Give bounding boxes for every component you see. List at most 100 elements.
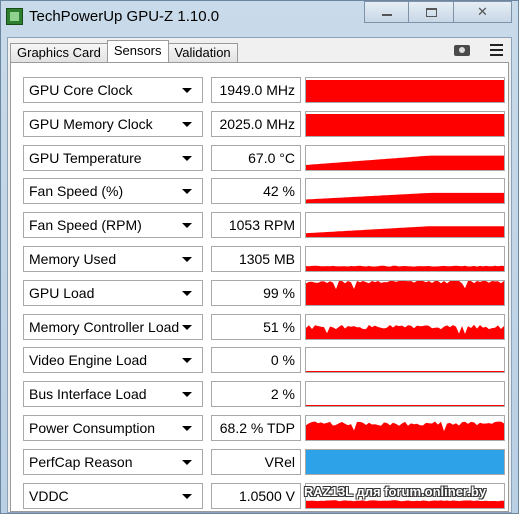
tab-sensors[interactable]: Sensors xyxy=(106,40,169,62)
dropdown-arrow-icon xyxy=(182,392,192,398)
sensor-dropdown[interactable]: Power Consumption xyxy=(23,415,203,441)
sensor-dropdown[interactable]: GPU Load xyxy=(23,279,203,306)
dropdown-arrow-icon xyxy=(182,459,192,465)
graph-fill xyxy=(306,371,504,373)
graph-fill xyxy=(306,226,504,238)
sensor-value: 68.2 % TDP xyxy=(219,420,295,436)
sensor-graph[interactable] xyxy=(305,178,505,205)
sensor-value-field: 1305 MB xyxy=(211,246,301,272)
sensor-label: GPU Temperature xyxy=(29,149,142,166)
sensor-label: Fan Speed (%) xyxy=(29,183,124,200)
hamburger-menu-icon[interactable] xyxy=(490,44,503,56)
sensor-value: 1053 RPM xyxy=(228,217,295,234)
sensor-dropdown[interactable]: Fan Speed (RPM) xyxy=(23,212,203,239)
sensor-row-gpu-load: GPU Load 99 % xyxy=(23,279,505,306)
window-title: TechPowerUp GPU-Z 1.10.0 xyxy=(29,8,220,25)
window-controls: ✕ xyxy=(364,1,512,23)
sensor-value-field: 1949.0 MHz xyxy=(211,77,301,103)
sensor-value-field: 42 % xyxy=(211,178,301,205)
sensor-value-field: 0 % xyxy=(211,347,301,374)
sensor-graph[interactable] xyxy=(305,415,505,441)
tab-validation[interactable]: Validation xyxy=(167,43,238,62)
sensor-graph[interactable] xyxy=(305,110,505,137)
sensor-graph[interactable] xyxy=(305,313,505,340)
gpuz-window: TechPowerUp GPU-Z 1.10.0 ✕ Graphics Card… xyxy=(0,0,519,514)
graph-fill xyxy=(306,324,504,339)
camera-icon[interactable] xyxy=(454,45,470,56)
graph-fill xyxy=(306,265,504,271)
sensor-dropdown[interactable]: GPU Core Clock xyxy=(23,77,203,103)
dropdown-arrow-icon xyxy=(182,358,192,364)
close-icon: ✕ xyxy=(477,4,488,19)
client-area: Graphics Card Sensors Validation GPU Cor… xyxy=(7,37,512,513)
sensor-value: 99 % xyxy=(263,284,295,301)
dropdown-arrow-icon xyxy=(182,290,192,296)
sensor-row-gpu-core-clock: GPU Core Clock 1949.0 MHz xyxy=(23,77,505,103)
sensor-row-gpu-memory-clock: GPU Memory Clock 2025.0 MHz xyxy=(23,110,505,137)
sensor-dropdown[interactable]: Bus Interface Load xyxy=(23,381,203,408)
sensor-dropdown[interactable]: Fan Speed (%) xyxy=(23,178,203,205)
tab-graphics-card[interactable]: Graphics Card xyxy=(10,43,108,62)
sensor-label: Bus Interface Load xyxy=(29,386,147,403)
sensor-label: GPU Memory Clock xyxy=(29,115,153,132)
sensor-label: Fan Speed (RPM) xyxy=(29,217,142,234)
sensor-label: GPU Load xyxy=(29,284,95,301)
sensor-graph[interactable] xyxy=(305,77,505,103)
sensor-value: 42 % xyxy=(263,183,295,200)
sensor-graph[interactable] xyxy=(305,246,505,272)
sensor-graph[interactable] xyxy=(305,144,505,171)
sensor-label: Video Engine Load xyxy=(29,352,148,369)
sensor-value: 1.0500 V xyxy=(238,487,295,504)
sensor-label: GPU Core Clock xyxy=(29,82,133,98)
dropdown-arrow-icon xyxy=(182,189,192,195)
sensor-dropdown[interactable]: Memory Used xyxy=(23,246,203,272)
sensor-graph-svg xyxy=(306,155,504,170)
title-bar[interactable]: TechPowerUp GPU-Z 1.10.0 ✕ xyxy=(1,1,518,33)
sensor-dropdown[interactable]: PerfCap Reason xyxy=(23,448,203,475)
dropdown-arrow-icon xyxy=(182,493,192,499)
watermark-text: RAZ13L для forum.onliner.by xyxy=(304,484,487,499)
minimize-button[interactable] xyxy=(364,1,409,23)
sensor-graph-svg xyxy=(306,265,504,271)
sensor-value-field: 2 % xyxy=(211,381,301,408)
sensor-dropdown[interactable]: GPU Temperature xyxy=(23,144,203,171)
sensor-value-field: 67.0 °C xyxy=(211,144,301,171)
sensor-graph[interactable] xyxy=(305,212,505,239)
sensor-graph-svg xyxy=(306,449,504,474)
sensor-graph-svg xyxy=(306,193,504,204)
dropdown-arrow-icon xyxy=(182,121,192,127)
sensor-dropdown[interactable]: VDDC xyxy=(23,482,203,509)
graph-fill xyxy=(306,280,504,305)
sensor-graph-svg xyxy=(306,113,504,136)
sensor-graph-svg xyxy=(306,226,504,238)
sensor-value-field: 2025.0 MHz xyxy=(211,110,301,137)
graph-fill xyxy=(306,113,504,136)
sensor-row-gpu-temperature: GPU Temperature 67.0 °C xyxy=(23,144,505,171)
sensor-graph[interactable] xyxy=(305,347,505,374)
graph-fill xyxy=(306,421,504,440)
sensor-label: Memory Controller Load xyxy=(29,318,180,335)
sensor-label: Power Consumption xyxy=(29,420,156,436)
sensor-row-video-engine-load: Video Engine Load 0 % xyxy=(23,347,505,374)
sensor-dropdown[interactable]: GPU Memory Clock xyxy=(23,110,203,137)
graph-fill xyxy=(306,80,504,102)
graph-fill xyxy=(306,499,504,508)
sensor-graph-svg xyxy=(306,280,504,305)
sensor-graph[interactable] xyxy=(305,448,505,475)
sensor-graph[interactable] xyxy=(305,279,505,306)
maximize-button[interactable] xyxy=(409,1,454,23)
sensor-dropdown[interactable]: Video Engine Load xyxy=(23,347,203,374)
sensor-dropdown[interactable]: Memory Controller Load xyxy=(23,313,203,340)
close-button[interactable]: ✕ xyxy=(454,1,512,23)
sensor-value: 2 % xyxy=(270,386,295,403)
sensor-value-field: VRel xyxy=(211,448,301,475)
toolbar-icons xyxy=(454,42,503,56)
sensor-graph[interactable] xyxy=(305,381,505,408)
sensor-row-fan-speed-rpm: Fan Speed (RPM) 1053 RPM xyxy=(23,212,505,239)
sensor-value-field: 68.2 % TDP xyxy=(211,415,301,441)
graph-fill xyxy=(306,155,504,170)
sensors-panel: GPU Core Clock 1949.0 MHz GPU Memory Clo… xyxy=(10,62,509,512)
sensor-value-field: 99 % xyxy=(211,279,301,306)
gpuz-app-icon[interactable] xyxy=(6,8,23,25)
sensor-row-memory-controller-load: Memory Controller Load 51 % xyxy=(23,313,505,340)
